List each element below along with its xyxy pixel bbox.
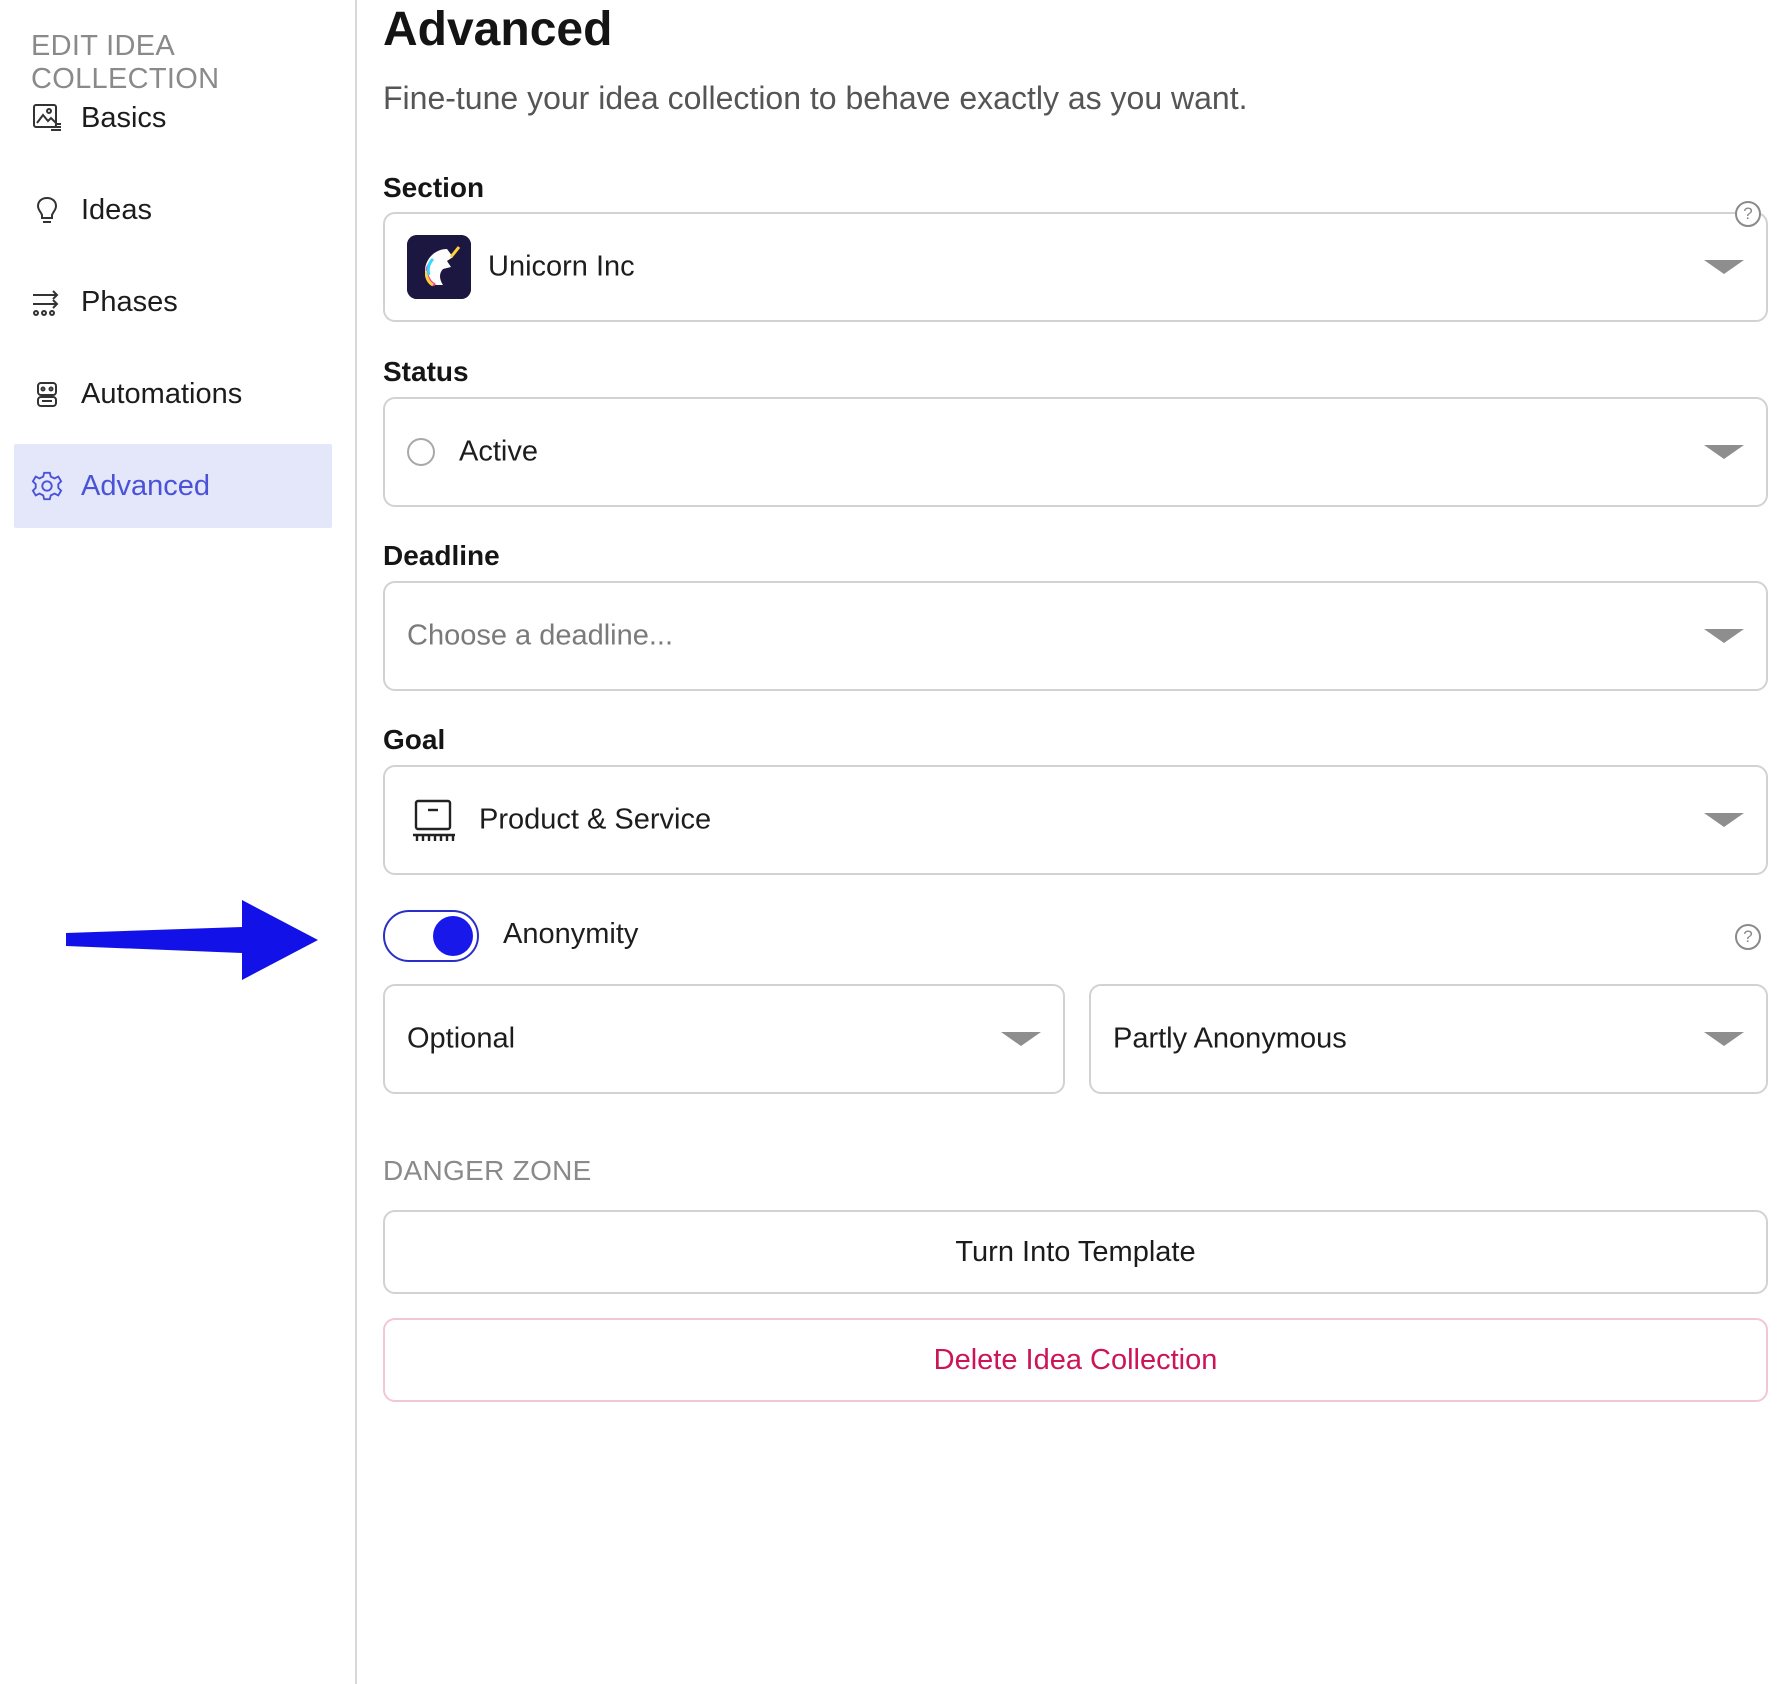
gear-icon: [31, 470, 63, 502]
chevron-down-icon: [1704, 445, 1744, 459]
deadline-label: Deadline: [383, 540, 500, 571]
sidebar-item-automations[interactable]: Automations: [14, 352, 332, 436]
annotation-arrow-icon: [66, 900, 318, 980]
help-icon[interactable]: ?: [1735, 924, 1761, 950]
section-value: Unicorn Inc: [488, 250, 635, 283]
phases-icon: [31, 286, 63, 318]
page-title: Advanced: [383, 3, 613, 56]
sidebar: EDIT IDEA COLLECTION Basics Ideas Phases…: [0, 0, 357, 1684]
deadline-select[interactable]: Choose a deadline...: [383, 581, 1768, 691]
anonymity-toggle[interactable]: [383, 910, 479, 962]
toggle-knob: [433, 916, 473, 956]
chevron-down-icon: [1704, 1032, 1744, 1046]
section-label: Section: [383, 172, 485, 203]
sidebar-item-label: Advanced: [81, 469, 210, 502]
status-value: Active: [459, 435, 538, 468]
robot-icon: [31, 378, 63, 410]
anonymity-label: Anonymity: [503, 918, 639, 950]
anonymity-mode-value: Optional: [407, 1022, 516, 1055]
delete-idea-collection-button[interactable]: Delete Idea Collection: [383, 1318, 1768, 1402]
goal-label: Goal: [383, 724, 446, 755]
chevron-down-icon: [1704, 260, 1744, 274]
sidebar-item-phases[interactable]: Phases: [14, 260, 332, 344]
goal-select[interactable]: Product & Service: [383, 765, 1768, 875]
page-subtitle: Fine-tune your idea collection to behave…: [383, 80, 1248, 116]
sidebar-item-ideas[interactable]: Ideas: [14, 168, 332, 252]
image-text-icon: [31, 102, 63, 134]
goal-value: Product & Service: [479, 803, 712, 836]
chevron-down-icon: [1001, 1032, 1041, 1046]
danger-zone-heading: DANGER ZONE: [383, 1155, 592, 1186]
status-label: Status: [383, 356, 469, 387]
turn-into-template-button[interactable]: Turn Into Template: [383, 1210, 1768, 1294]
section-select[interactable]: Unicorn Inc: [383, 212, 1768, 322]
anonymity-mode-select[interactable]: Optional: [383, 984, 1065, 1094]
product-service-icon: [411, 797, 457, 843]
sidebar-item-label: Basics: [81, 101, 167, 134]
sidebar-item-advanced[interactable]: Advanced: [14, 444, 332, 528]
status-circle-icon: [407, 438, 435, 466]
sidebar-item-label: Automations: [81, 377, 243, 410]
sidebar-item-label: Phases: [81, 285, 178, 318]
deadline-placeholder: Choose a deadline...: [407, 619, 674, 652]
help-icon[interactable]: ?: [1735, 201, 1761, 227]
unicorn-logo: [407, 235, 471, 299]
main-content: Advanced Fine-tune your idea collection …: [383, 0, 1768, 1684]
status-select[interactable]: Active: [383, 397, 1768, 507]
anonymity-level-select[interactable]: Partly Anonymous: [1089, 984, 1768, 1094]
chevron-down-icon: [1704, 813, 1744, 827]
sidebar-item-label: Ideas: [81, 193, 152, 226]
chevron-down-icon: [1704, 629, 1744, 643]
lightbulb-icon: [31, 194, 63, 226]
sidebar-item-basics[interactable]: Basics: [14, 76, 332, 160]
anonymity-level-value: Partly Anonymous: [1113, 1022, 1347, 1055]
